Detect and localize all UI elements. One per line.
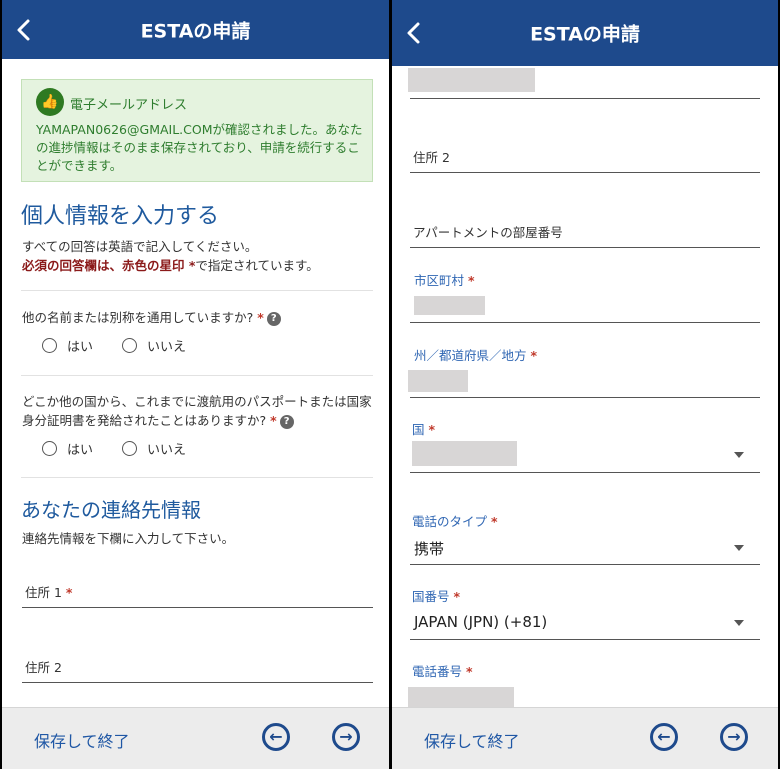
country-underline	[410, 472, 760, 473]
notice-title: 電子メールアドレス	[70, 98, 188, 113]
radio-label: いいえ	[147, 340, 187, 355]
phone-type-select[interactable]: 携帯	[414, 538, 444, 559]
phone-type-label: 電話のタイプ *	[412, 511, 498, 530]
help-icon[interactable]: ?	[279, 414, 294, 429]
radio-label: はい	[67, 340, 94, 355]
chevron-down-icon[interactable]	[734, 452, 744, 458]
city-label: 市区町村 *	[414, 270, 475, 289]
required-star: *	[468, 273, 475, 288]
page-title: ESTAの申請	[140, 20, 251, 42]
other-passport-question-text: どこか他の国から、これまでに渡航用のパスポートまたは国家身分証明書を発給されたこ…	[22, 394, 372, 428]
phone-type-underline	[410, 564, 760, 565]
address2-label: 住所 2	[25, 660, 62, 675]
city-label-text: 市区町村	[414, 273, 465, 288]
prev-arrow-icon[interactable]: ←	[262, 723, 290, 751]
required-star: *	[491, 514, 498, 529]
prev-arrow-icon[interactable]: ←	[650, 723, 678, 751]
required-note-bold: 必須の回答欄は、赤色の星印 *	[22, 258, 196, 273]
contact-info-heading: あなたの連絡先情報	[21, 498, 201, 522]
divider	[21, 375, 373, 376]
redacted-country-value[interactable]	[412, 441, 517, 466]
other-names-no-radio[interactable]: いいえ	[122, 336, 186, 355]
radio-circle[interactable]	[122, 338, 137, 353]
save-and-exit-button[interactable]: 保存して終了	[424, 728, 520, 752]
app-header: ESTAの申請	[392, 0, 778, 66]
screenshot: ESTAの申請 👍 電子メールアドレス YAMAPAN0626@GMAIL.CO…	[0, 0, 780, 769]
next-arrow-icon[interactable]: →	[332, 723, 360, 751]
redacted-city-value[interactable]	[414, 296, 485, 315]
required-star: *	[453, 589, 461, 604]
help-icon[interactable]: ?	[266, 311, 281, 326]
bottom-bar: 保存して終了 ← →	[2, 707, 389, 769]
notice-body: YAMAPAN0626@GMAIL.COMが確認されました。あなたの進捗情報はそ…	[36, 122, 363, 173]
country-label: 国 *	[412, 419, 435, 438]
app-header: ESTAの申請	[2, 0, 389, 59]
required-star: *	[65, 585, 73, 600]
required-star: *	[270, 413, 277, 428]
other-passport-no-radio[interactable]: いいえ	[122, 439, 186, 458]
contact-instruction: 連絡先情報を下欄に入力して下さい。	[22, 531, 235, 546]
radio-circle[interactable]	[42, 441, 57, 456]
personal-info-heading: 個人情報を入力する	[21, 204, 220, 229]
other-passport-question: どこか他の国から、これまでに渡航用のパスポートまたは国家身分証明書を発給されたこ…	[22, 392, 372, 430]
other-passport-yes-radio[interactable]: はい	[42, 439, 93, 458]
other-names-yes-radio[interactable]: はい	[42, 336, 93, 355]
chevron-down-icon[interactable]	[734, 545, 744, 551]
thumbs-up-icon: 👍	[36, 88, 64, 116]
apartment-field[interactable]: アパートメントの部屋番号	[410, 213, 760, 248]
divider	[21, 477, 373, 478]
chevron-down-icon[interactable]	[734, 620, 744, 626]
redacted-value	[408, 68, 535, 92]
address1-label: 住所 1 *	[25, 582, 72, 601]
country-code-underline	[410, 639, 760, 640]
radio-circle[interactable]	[122, 441, 137, 456]
required-star: *	[466, 664, 473, 679]
save-and-exit-button[interactable]: 保存して終了	[34, 728, 130, 752]
required-star: *	[428, 422, 436, 437]
divider	[21, 290, 373, 291]
page-title: ESTAの申請	[530, 23, 640, 46]
address2-field[interactable]: 住所 2	[22, 648, 373, 683]
apartment-label: アパートメントの部屋番号	[413, 225, 563, 240]
address2-label: 住所 2	[413, 150, 450, 165]
city-underline	[410, 322, 760, 323]
required-star: *	[530, 348, 538, 363]
phone-number-label: 電話番号 *	[412, 661, 473, 680]
state-label-text: 州／都道府県／地方	[414, 348, 527, 363]
country-code-select[interactable]: JAPAN (JPN) (+81)	[414, 613, 547, 631]
address1-field[interactable]: 住所 1 *	[22, 573, 373, 608]
english-instruction: すべての回答は英語で記入してください。	[22, 239, 258, 254]
next-arrow-icon[interactable]: →	[720, 723, 748, 751]
country-label-text: 国	[412, 422, 425, 437]
email-verified-notice: 👍 電子メールアドレス YAMAPAN0626@GMAIL.COMが確認されまし…	[21, 79, 373, 182]
redacted-state-value[interactable]	[408, 370, 468, 392]
required-star: *	[257, 310, 264, 325]
state-underline	[410, 397, 760, 398]
address1-label-text: 住所 1	[25, 585, 62, 600]
required-note-rest: で指定されています。	[195, 258, 319, 273]
phone-type-label-text: 電話のタイプ	[412, 514, 488, 529]
radio-label: はい	[67, 443, 94, 458]
other-names-question: 他の名前または別称を通用していますか? *?	[22, 308, 372, 327]
radio-label: いいえ	[147, 443, 187, 458]
right-screen: ESTAの申請 住所 2 アパートメントの部屋番号 市区町村 * 州／都道府県／…	[392, 0, 778, 769]
left-screen: ESTAの申請 👍 電子メールアドレス YAMAPAN0626@GMAIL.CO…	[2, 0, 389, 769]
country-code-label-text: 国番号	[412, 589, 450, 604]
redacted-phone-value[interactable]	[408, 687, 514, 707]
radio-circle[interactable]	[42, 338, 57, 353]
address2-field[interactable]: 住所 2	[410, 138, 760, 173]
required-note: 必須の回答欄は、赤色の星印 *で指定されています。	[22, 255, 319, 274]
state-label: 州／都道府県／地方 *	[414, 345, 537, 364]
field-underline	[410, 98, 760, 99]
phone-number-label-text: 電話番号	[412, 664, 463, 679]
country-code-label: 国番号 *	[412, 586, 460, 605]
other-names-question-text: 他の名前または別称を通用していますか?	[22, 310, 254, 325]
bottom-bar: 保存して終了 ← →	[392, 707, 778, 769]
